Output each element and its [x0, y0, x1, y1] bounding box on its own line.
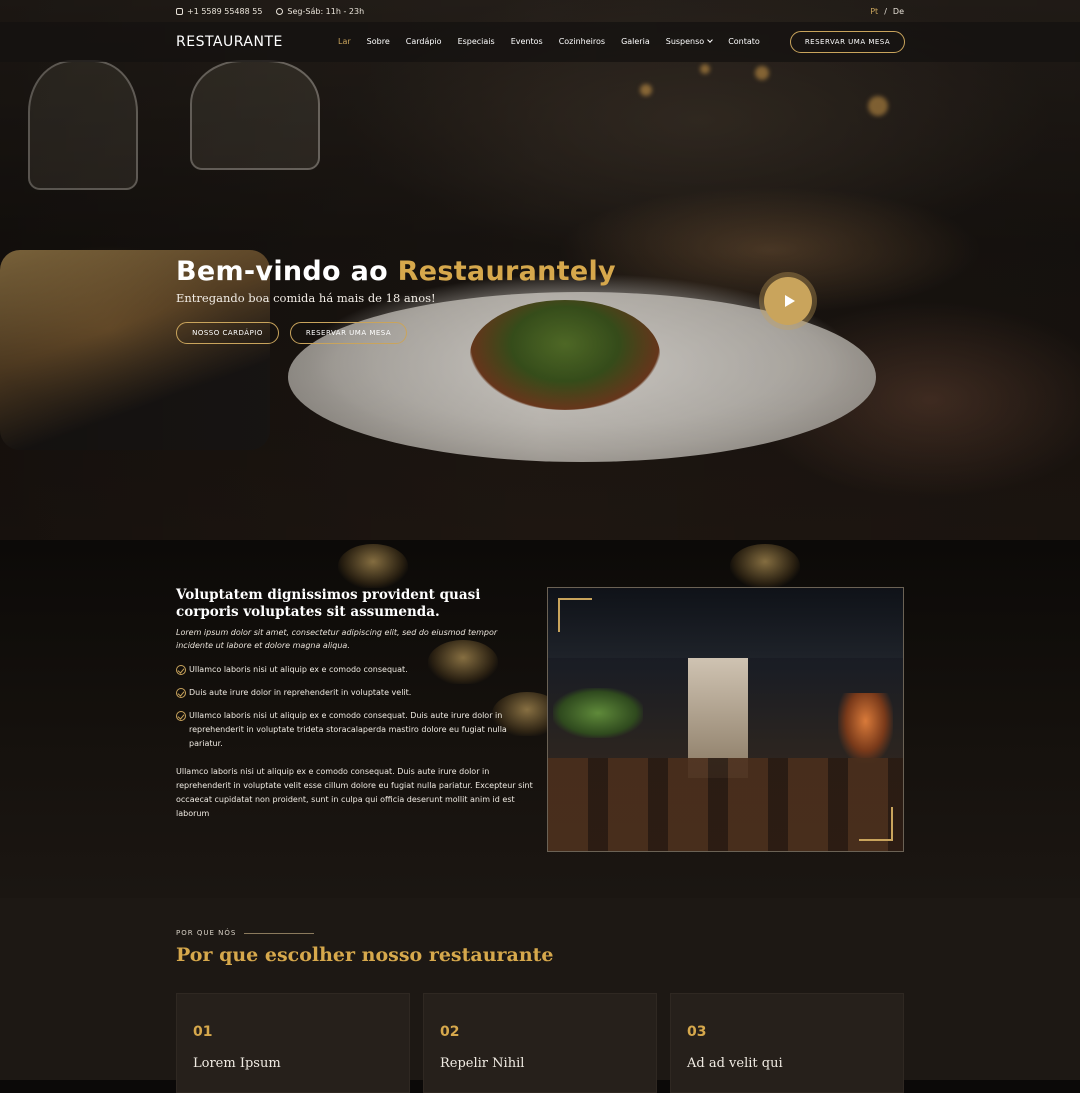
- nav-item-cozinheiros[interactable]: Cozinheiros: [559, 37, 605, 46]
- language-switcher: Pt / De: [870, 7, 904, 16]
- list-item-text: Duis aute irure dolor in reprehenderit i…: [189, 688, 412, 697]
- play-video-button[interactable]: [764, 277, 812, 325]
- navbar: RESTAURANTE Lar Sobre Cardápio Especiais…: [0, 22, 1080, 62]
- clock-icon: [276, 8, 284, 15]
- list-item: Ullamco laboris nisi ut aliquip ex e com…: [176, 663, 536, 677]
- chevron-down-icon: [707, 37, 714, 43]
- nav-item-eventos[interactable]: Eventos: [511, 37, 543, 46]
- lang-pt[interactable]: Pt: [870, 7, 878, 16]
- why-title: Por que escolher nosso restaurante: [176, 944, 554, 966]
- topbar: +1 5589 55488 55 Seg-Sáb: 11h - 23h Pt /…: [0, 0, 1080, 22]
- hero-title-prefix: Bem-vindo ao: [176, 256, 398, 287]
- topbar-phone[interactable]: +1 5589 55488 55: [176, 7, 262, 16]
- eyebrow-text: POR QUE NÓS: [176, 929, 237, 937]
- card-title: Ad ad velit qui: [687, 1056, 783, 1071]
- nav-item-contato[interactable]: Contato: [728, 37, 760, 46]
- photo-ceiling: [548, 588, 903, 658]
- main-menu: Lar Sobre Cardápio Especiais Eventos Coz…: [338, 37, 776, 46]
- frame-corner-bottom-right: [859, 807, 893, 841]
- site-logo[interactable]: RESTAURANTE: [176, 34, 283, 50]
- nav-item-galeria[interactable]: Galeria: [621, 37, 650, 46]
- about-section: [0, 540, 1080, 898]
- card-number: 01: [193, 1024, 213, 1040]
- feature-card[interactable]: 02 Repelir Nihil: [423, 993, 657, 1093]
- frame-corner-top-left: [558, 598, 592, 632]
- check-circle-icon: [176, 688, 186, 698]
- list-item: Duis aute irure dolor in reprehenderit i…: [176, 686, 536, 700]
- check-circle-icon: [176, 711, 186, 721]
- our-menu-button[interactable]: NOSSO CARDÁPIO: [176, 322, 279, 344]
- card-title: Lorem Ipsum: [193, 1056, 281, 1071]
- hero-section: +1 5589 55488 55 Seg-Sáb: 11h - 23h Pt /…: [0, 0, 1080, 540]
- hero-book-table-button[interactable]: RESERVAR UMA MESA: [290, 322, 407, 344]
- card-number: 02: [440, 1024, 460, 1040]
- about-title: Voluptatem dignissimos provident quasi c…: [176, 587, 481, 620]
- nav-item-suspenso[interactable]: Suspenso: [665, 37, 714, 46]
- phone-icon: [176, 8, 183, 15]
- feature-card[interactable]: 01 Lorem Ipsum: [176, 993, 410, 1093]
- topbar-contact: +1 5589 55488 55 Seg-Sáb: 11h - 23h: [176, 7, 364, 16]
- list-item-text: Ullamco laboris nisi ut aliquip ex e com…: [189, 711, 507, 748]
- section-eyebrow: POR QUE NÓS: [176, 929, 315, 937]
- nav-item-suspenso-label: Suspenso: [665, 37, 705, 46]
- photo-flowers: [838, 693, 893, 763]
- eyebrow-line: [244, 932, 315, 934]
- check-circle-icon: [176, 665, 186, 675]
- list-item-text: Ullamco laboris nisi ut aliquip ex e com…: [189, 665, 408, 674]
- restaurant-interior-image: [547, 587, 904, 852]
- lamp-decoration: [338, 544, 408, 588]
- card-number: 03: [687, 1024, 707, 1040]
- feature-list: Ullamco laboris nisi ut aliquip ex e com…: [176, 663, 536, 760]
- about-body: Ullamco laboris nisi ut aliquip ex e com…: [176, 767, 533, 818]
- feature-card[interactable]: 03 Ad ad velit qui: [670, 993, 904, 1093]
- about-lead: Lorem ipsum dolor sit amet, consectetur …: [176, 628, 498, 650]
- lamp-decoration: [730, 544, 800, 588]
- card-title: Repelir Nihil: [440, 1056, 525, 1071]
- hero-title-brand: Restaurantely: [397, 256, 616, 287]
- hero-subtitle: Entregando boa comida há mais de 18 anos…: [176, 291, 436, 305]
- photo-plants: [553, 688, 643, 738]
- lang-de[interactable]: De: [893, 7, 904, 16]
- nav-item-lar[interactable]: Lar: [338, 37, 351, 46]
- book-table-button[interactable]: RESERVAR UMA MESA: [790, 31, 905, 53]
- topbar-hours: Seg-Sáb: 11h - 23h: [276, 7, 364, 16]
- photo-tables: [548, 758, 903, 851]
- list-item: Ullamco laboris nisi ut aliquip ex e com…: [176, 709, 536, 751]
- play-icon: [784, 295, 795, 307]
- hero-title: Bem-vindo ao Restaurantely: [176, 256, 616, 287]
- lang-separator: /: [884, 7, 887, 16]
- nav-item-especiais[interactable]: Especiais: [458, 37, 495, 46]
- nav-item-cardapio[interactable]: Cardápio: [406, 37, 442, 46]
- nav-item-sobre[interactable]: Sobre: [367, 37, 390, 46]
